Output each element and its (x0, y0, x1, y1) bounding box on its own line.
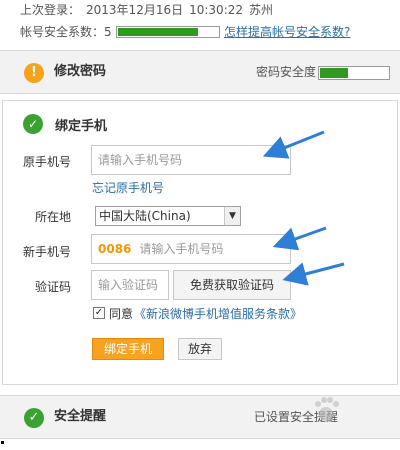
security-score-bar (116, 26, 220, 38)
verification-code-label: 验证码 (34, 280, 71, 294)
original-phone-placeholder: 请输入手机号码 (98, 153, 183, 167)
country-code: 0086 (98, 242, 132, 256)
security-score-fill (118, 28, 198, 36)
location-select[interactable]: 中国大陆(China) ▼ (95, 206, 241, 226)
exclamation-icon: ! (24, 63, 44, 83)
new-phone-label: 新手机号 (22, 245, 71, 259)
bind-phone-title: 绑定手机 (55, 119, 108, 134)
get-code-button[interactable]: 免费获取验证码 (173, 270, 291, 300)
improve-security-link[interactable]: 怎样提高帐号安全系数? (224, 22, 350, 42)
last-login-line: 上次登录： 2013年12月16日 10:30:22 苏州 (20, 0, 279, 20)
watermark-logo (315, 397, 339, 421)
checkmark-icon: ✓ (23, 114, 43, 134)
original-phone-input[interactable]: 请输入手机号码 (91, 145, 291, 175)
verification-code-placeholder: 输入验证码 (98, 278, 159, 292)
original-phone-label: 原手机号 (22, 155, 71, 169)
terms-link[interactable]: 《新浪微博手机增值服务条款》 (134, 305, 302, 322)
last-login-date: 2013年12月16日 (86, 3, 184, 17)
forgot-original-phone-link[interactable]: 忘记原手机号 (92, 179, 164, 196)
change-password-panel[interactable]: ! 修改密码 密码安全度 (0, 50, 400, 94)
new-phone-placeholder: 请输入手机号码 (139, 242, 224, 256)
cancel-button[interactable]: 放弃 (178, 338, 222, 360)
change-password-title: 修改密码 (54, 64, 107, 79)
page-dot (1, 441, 4, 444)
password-strength-label: 密码安全度 (255, 65, 316, 79)
last-login-place: 苏州 (249, 3, 274, 17)
location-label: 所在地 (34, 210, 71, 224)
new-phone-input[interactable]: 0086 请输入手机号码 (91, 234, 291, 264)
last-login-time: 10:30:22 (189, 3, 244, 17)
password-strength-fill (320, 68, 348, 78)
security-score-row: 帐号安全系数：5 (20, 22, 112, 42)
last-login-label: 上次登录： (20, 3, 81, 17)
checkmark-icon: ✓ (24, 408, 44, 428)
bind-phone-panel: ✓ 绑定手机 原手机号 请输入手机号码 忘记原手机号 所在地 中国大陆(Chin… (2, 100, 398, 385)
security-reminder-title: 安全提醒 (54, 409, 107, 424)
agree-label: 同意 (109, 307, 134, 321)
password-strength-meter (318, 66, 390, 80)
bind-phone-button[interactable]: 绑定手机 (92, 338, 164, 360)
agree-checkbox[interactable]: ✓ (93, 307, 105, 319)
security-score-label: 帐号安全系数：5 (20, 25, 112, 39)
location-value: 中国大陆(China) (99, 209, 191, 223)
chevron-down-icon: ▼ (224, 207, 240, 225)
verification-code-input[interactable]: 输入验证码 (91, 270, 169, 300)
